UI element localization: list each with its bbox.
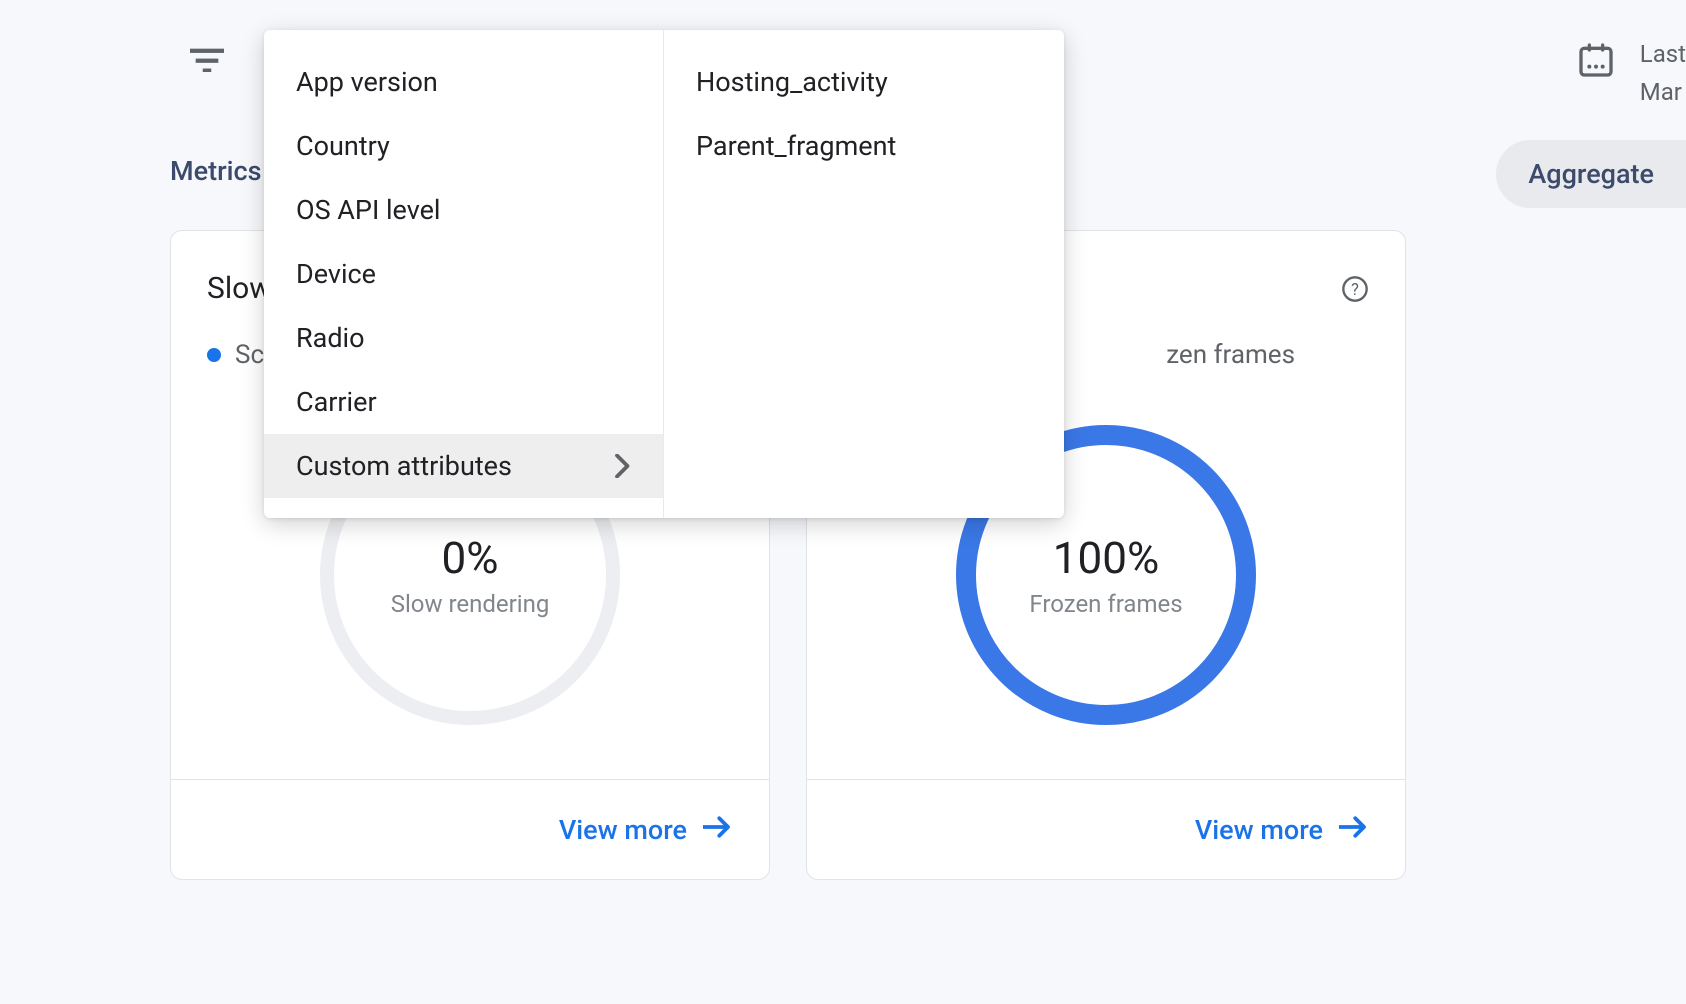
date-line1: Last	[1640, 40, 1686, 68]
arrow-right-icon	[703, 814, 733, 846]
view-more-button[interactable]: View more	[559, 814, 733, 846]
help-icon[interactable]: ?	[1341, 275, 1369, 311]
gauge-value: 0%	[442, 532, 499, 584]
dropdown-item-custom-attributes[interactable]: Custom attributes	[264, 434, 663, 498]
dropdown-item-os-api-level[interactable]: OS API level	[264, 178, 663, 242]
dropdown-item-label: Custom attributes	[296, 450, 512, 482]
dropdown-item-parent-fragment[interactable]: Parent_fragment	[664, 114, 1064, 178]
dropdown-item-app-version[interactable]: App version	[264, 50, 663, 114]
legend-dot-icon	[207, 348, 221, 362]
dropdown-item-hosting-activity[interactable]: Hosting_activity	[664, 50, 1064, 114]
metrics-heading: Metrics	[170, 155, 261, 187]
date-range[interactable]: Last Mar	[1576, 40, 1686, 106]
calendar-icon	[1576, 40, 1616, 84]
aggregate-toggle[interactable]: Aggregate	[1496, 140, 1686, 208]
view-more-label: View more	[1195, 814, 1323, 846]
view-more-label: View more	[559, 814, 687, 846]
arrow-right-icon	[1339, 814, 1369, 846]
chevron-right-icon	[615, 454, 631, 478]
svg-text:?: ?	[1351, 280, 1359, 299]
dropdown-item-country[interactable]: Country	[264, 114, 663, 178]
dropdown-item-radio[interactable]: Radio	[264, 306, 663, 370]
gauge-value: 100%	[1053, 532, 1159, 584]
dropdown-item-device[interactable]: Device	[264, 242, 663, 306]
date-line2: Mar	[1640, 78, 1686, 106]
legend-text: zen frames	[1166, 340, 1295, 370]
dropdown-item-carrier[interactable]: Carrier	[264, 370, 663, 434]
gauge-label: Frozen frames	[1029, 590, 1182, 618]
filter-icon[interactable]	[190, 48, 224, 72]
filter-dropdown: App version Country OS API level Device …	[264, 30, 1064, 518]
gauge-label: Slow rendering	[391, 590, 550, 618]
view-more-button[interactable]: View more	[1195, 814, 1369, 846]
